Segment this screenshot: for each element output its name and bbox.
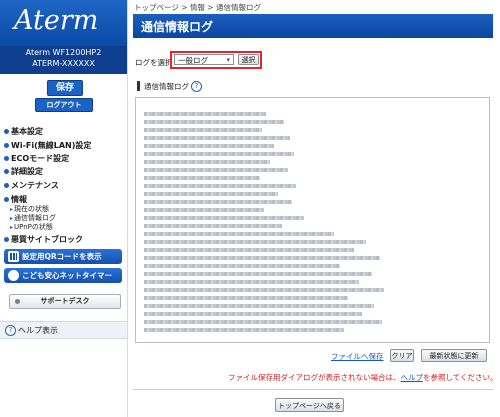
- qr-code-icon: [8, 251, 19, 262]
- aterm-logo: Aterm: [14, 5, 99, 36]
- log-select-label: ログを選択: [135, 58, 173, 67]
- heading-bar: [137, 81, 140, 91]
- qr-button-label: 設定用QRコードを表示: [22, 252, 102, 261]
- footer-divider: [133, 389, 493, 390]
- nav-maintenance[interactable]: メンテナンス: [4, 180, 59, 191]
- kids-timer-icon: [8, 270, 19, 281]
- help-question-icon[interactable]: ?: [191, 81, 202, 92]
- page-title: 通信情報ログ: [141, 20, 214, 34]
- log-line: [144, 312, 362, 316]
- nav-info-upnp[interactable]: UPnPの状態: [10, 222, 53, 232]
- log-line: [144, 160, 270, 164]
- kids-button-label: こども安心ネットタイマー: [22, 271, 112, 280]
- log-line: [144, 256, 380, 260]
- model-info: Aterm WF1200HP2 ATERM-XXXXXX: [0, 46, 127, 74]
- brand-header: Aterm: [0, 0, 127, 46]
- log-section-heading: 通信情報ログ ?: [137, 80, 217, 92]
- log-line: [144, 200, 292, 204]
- log-text-area[interactable]: [135, 97, 490, 343]
- log-line: [144, 144, 274, 148]
- show-qr-code-button[interactable]: 設定用QRコードを表示: [4, 249, 122, 264]
- log-line: [144, 320, 382, 324]
- log-line: [144, 152, 294, 156]
- log-line: [144, 296, 348, 300]
- nav-malicious-site-block[interactable]: 悪質サイトブロック: [4, 234, 83, 245]
- log-line: [144, 192, 278, 196]
- log-line: [144, 208, 264, 212]
- warning-help-link[interactable]: ヘルプ: [401, 373, 424, 382]
- chevron-down-icon: ▾: [226, 56, 230, 64]
- log-line: [144, 232, 334, 236]
- log-line: [144, 288, 384, 292]
- log-type-select[interactable]: 一般ログ ▾: [174, 54, 234, 65]
- nav-detail-settings[interactable]: 詳細設定: [4, 166, 43, 177]
- warning-suffix: を参照してください。: [423, 373, 498, 382]
- log-line: [144, 264, 340, 268]
- nav-basic-settings[interactable]: 基本設定: [4, 126, 43, 137]
- log-line: [144, 248, 354, 252]
- nav-wifi-settings[interactable]: Wi-Fi(無線LAN)設定: [4, 140, 91, 151]
- help-label: ヘルプ表示: [18, 326, 58, 335]
- log-line: [144, 168, 288, 172]
- logout-button[interactable]: ログアウト: [35, 98, 93, 112]
- back-to-top-button[interactable]: トップページへ戻る: [275, 398, 344, 412]
- sidebar: Aterm Aterm WF1200HP2 ATERM-XXXXXX 保存 ログ…: [0, 0, 128, 417]
- kids-net-timer-button[interactable]: こども安心ネットタイマー: [4, 268, 122, 283]
- select-button[interactable]: 選択: [238, 54, 259, 65]
- log-line: [144, 120, 284, 124]
- log-line: [144, 184, 296, 188]
- device-id: ATERM-XXXXXX: [32, 59, 95, 68]
- page-title-bar: 通信情報ログ: [133, 14, 493, 38]
- log-line: [144, 272, 372, 276]
- log-line: [144, 176, 260, 180]
- help-icon: ?: [5, 325, 16, 336]
- warning-prefix: ファイル保存用ダイアログが表示されない場合は、: [228, 373, 401, 382]
- log-line: [144, 240, 366, 244]
- refresh-button[interactable]: 最新状態に更新: [421, 349, 487, 362]
- log-line: [144, 216, 304, 220]
- log-line: [144, 328, 344, 332]
- support-desk-button[interactable]: サポートデスク: [9, 294, 121, 309]
- file-dialog-warning: ファイル保存用ダイアログが表示されない場合は、ヘルプを参照してください。: [228, 372, 498, 383]
- save-to-file-link[interactable]: ファイルへ保存: [331, 351, 384, 362]
- breadcrumb: トップページ > 情報 > 通信情報ログ: [134, 3, 261, 12]
- log-line: [144, 304, 374, 308]
- clear-button[interactable]: クリア: [390, 349, 414, 362]
- help-display-link[interactable]: ? ヘルプ表示: [0, 321, 127, 339]
- log-type-value: 一般ログ: [178, 56, 208, 65]
- log-line: [144, 280, 359, 284]
- log-line: [144, 128, 262, 132]
- log-line: [144, 224, 282, 228]
- nav-eco-mode[interactable]: ECOモード設定: [4, 153, 69, 164]
- save-button[interactable]: 保存: [47, 80, 83, 96]
- log-line: [144, 112, 266, 116]
- log-heading: 通信情報ログ: [144, 82, 189, 91]
- log-line: [144, 136, 290, 140]
- model-name: Aterm WF1200HP2: [25, 48, 102, 57]
